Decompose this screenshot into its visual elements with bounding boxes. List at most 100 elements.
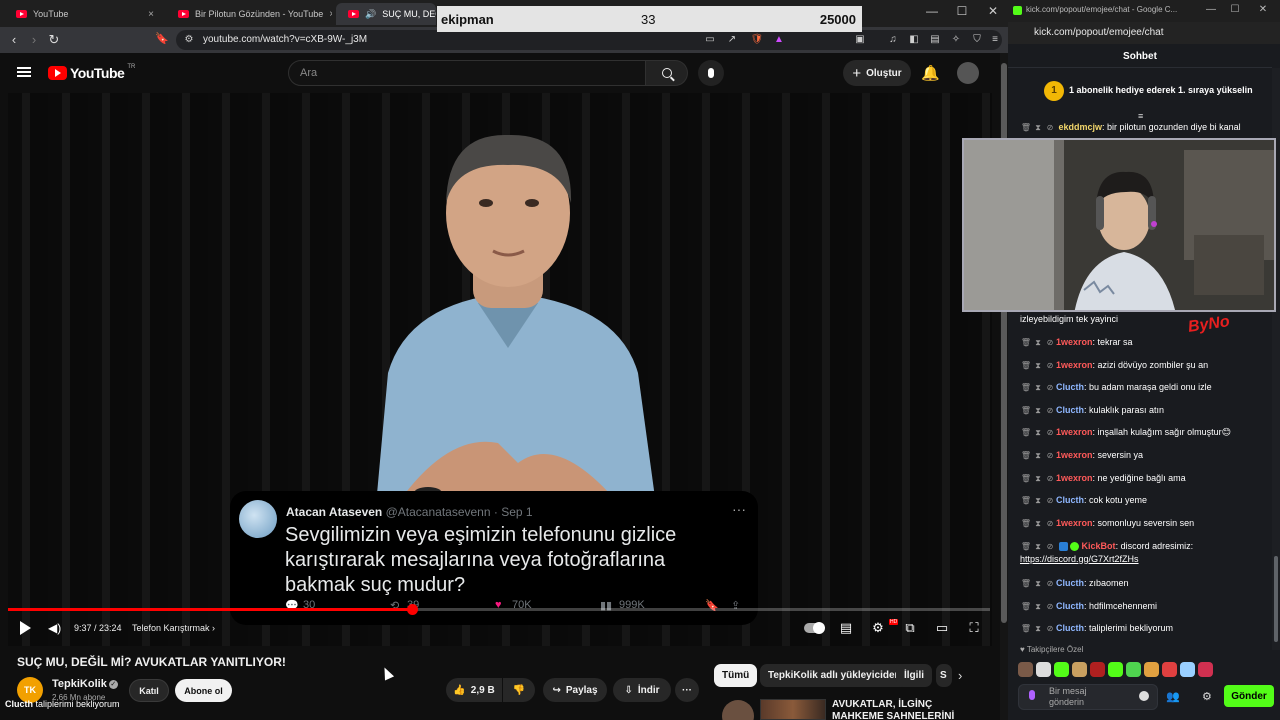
chip-all[interactable]: Tümü [714, 664, 758, 687]
reload-icon[interactable]: ↻ [46, 32, 62, 48]
timeout-icon[interactable]: ⧗ [1032, 600, 1044, 613]
tab-pilot-video[interactable]: Bir Pilotun Gözünden - YouTube × [166, 3, 332, 25]
forward-icon[interactable]: › [26, 32, 42, 47]
search-button[interactable] [646, 60, 688, 86]
pinned-expand-icon[interactable]: ≡ [1138, 111, 1143, 121]
omnibox[interactable]: ⚙ youtube.com/watch?v=cXB-9W-_j3M ▭ ↗ 🛡 … [176, 30, 1002, 50]
timeout-icon[interactable]: ⧗ [1032, 577, 1044, 590]
ban-icon[interactable]: ⊘ [1044, 577, 1056, 590]
emote-icon[interactable] [1180, 661, 1195, 677]
close-tab-icon[interactable]: × [148, 9, 154, 20]
hamburger-menu-icon[interactable] [17, 67, 31, 77]
delete-icon[interactable]: 🗑 [1020, 600, 1032, 613]
tab-current-video[interactable]: 🔊 SUÇ MU, DEĞİL Mİ [336, 3, 436, 25]
delete-icon[interactable]: 🗑 [1020, 404, 1032, 417]
notifications-bell-icon[interactable]: 🔔 [921, 64, 940, 82]
gift-leaderboard-banner[interactable]: 1 1 abonelik hediye ederek 1. sıraya yük… [1008, 74, 1272, 108]
delete-icon[interactable]: 🗑 [1020, 359, 1032, 372]
timeout-icon[interactable]: ⧗ [1032, 381, 1044, 394]
timeout-icon[interactable]: ⧗ [1032, 121, 1044, 134]
chat-username[interactable]: ekddmcjw [1059, 122, 1103, 132]
ban-icon[interactable]: ⊘ [1044, 381, 1056, 394]
ban-icon[interactable]: ⊘ [1044, 426, 1056, 439]
timeout-icon[interactable]: ⧗ [1032, 472, 1044, 485]
chat-settings-icon[interactable]: ⚙ [1202, 690, 1212, 703]
timeout-icon[interactable]: ⧗ [1032, 404, 1044, 417]
ban-icon[interactable]: ⊘ [1044, 600, 1056, 613]
chip-related[interactable]: İlgili [896, 664, 932, 687]
fullscreen-icon[interactable]: ⛶ [964, 620, 984, 636]
delete-icon[interactable]: 🗑 [1020, 381, 1032, 394]
channel-name[interactable]: TepkiKolik ✓ [52, 678, 118, 690]
delete-icon[interactable]: 🗑 [1020, 336, 1032, 349]
theater-mode-icon[interactable]: ▭ [932, 620, 952, 636]
emote-icon[interactable] [1198, 661, 1213, 677]
ban-icon[interactable]: ⊘ [1044, 359, 1056, 372]
rewards-icon[interactable]: ▲ [772, 34, 786, 45]
timeout-icon[interactable]: ⧗ [1032, 494, 1044, 507]
delete-icon[interactable]: 🗑 [1020, 540, 1032, 553]
chat-username[interactable]: 1wexron [1056, 427, 1093, 437]
minimize-icon[interactable]: — [1202, 4, 1220, 15]
emote-icon[interactable] [1018, 661, 1033, 677]
recommended-title[interactable]: AVUKATLAR, İLGİNÇ MAHKEME SAHNELERİNİ İZ… [832, 699, 982, 720]
timeout-icon[interactable]: ⧗ [1032, 426, 1044, 439]
emote-icon[interactable] [1036, 661, 1051, 677]
microphone-icon[interactable] [1029, 690, 1035, 700]
chat-username[interactable]: Clucth [1056, 623, 1084, 633]
delete-icon[interactable]: 🗑 [1020, 121, 1032, 134]
bookmark-icon[interactable]: 🔖 [154, 32, 170, 45]
emote-icon[interactable] [1054, 661, 1069, 677]
chat-message-input[interactable]: Bir mesaj gönderin [1018, 684, 1158, 710]
recommended-channel-avatar[interactable] [722, 700, 754, 720]
chat-username[interactable]: 1wexron [1056, 450, 1093, 460]
like-button[interactable]: 👍 2,9 B [446, 678, 502, 702]
minimize-icon[interactable]: — [922, 4, 942, 18]
chat-username[interactable]: Clucth [1056, 495, 1084, 505]
voice-search-button[interactable] [698, 60, 724, 86]
install-icon[interactable]: ▭ [703, 34, 717, 45]
emote-icon[interactable] [1126, 661, 1141, 677]
ban-icon[interactable]: ⊘ [1044, 404, 1056, 417]
subtitles-icon[interactable]: ▤ [836, 620, 856, 636]
chat-username[interactable]: 1wexron [1056, 473, 1093, 483]
timeout-icon[interactable]: ⧗ [1032, 449, 1044, 462]
chat-username[interactable]: 1wexron [1056, 518, 1093, 528]
ban-icon[interactable]: ⊘ [1044, 472, 1056, 485]
ban-icon[interactable]: ⊘ [1044, 336, 1056, 349]
emote-icon[interactable] [1162, 661, 1177, 677]
ban-icon[interactable]: ⊘ [1044, 494, 1056, 507]
miniplayer-icon[interactable]: ⧉ [900, 620, 920, 636]
close-window-icon[interactable]: ✕ [983, 4, 1003, 18]
more-actions-button[interactable]: ··· [675, 678, 699, 702]
wallet-icon[interactable]: ▤ [928, 34, 942, 45]
chat-scrollbar-thumb[interactable] [1274, 556, 1278, 642]
timeout-icon[interactable]: ⧗ [1032, 517, 1044, 530]
settings-gear-icon[interactable]: ⚙ [868, 620, 888, 636]
ban-icon[interactable]: ⊘ [1044, 121, 1056, 134]
split-view-icon[interactable]: ◧ [907, 34, 921, 45]
video-progress-bar[interactable] [8, 604, 990, 615]
download-button[interactable]: ⇩ İndir [613, 678, 671, 702]
music-icon[interactable]: ♫ [886, 34, 900, 45]
autoplay-toggle[interactable] [804, 622, 825, 634]
site-settings-icon[interactable]: ⚙ [182, 34, 196, 45]
account-avatar[interactable] [957, 62, 979, 84]
discord-link-text[interactable]: https://discord.gg/G7Xrt2fZHs [1020, 554, 1139, 564]
emote-icon[interactable] [1144, 661, 1159, 677]
chat-username[interactable]: Clucth [1056, 601, 1084, 611]
timeout-icon[interactable]: ⧗ [1032, 336, 1044, 349]
share-icon[interactable]: ↗ [725, 34, 739, 45]
youtube-logo[interactable]: YouTube TR [48, 64, 135, 81]
emote-icon[interactable] [1108, 661, 1123, 677]
subscribe-button[interactable]: Abone ol [175, 679, 232, 702]
chapter-title[interactable]: Telefon Karıştırmak › [132, 623, 215, 633]
menu-icon[interactable]: ≡ [988, 34, 1002, 45]
sidebar-icon[interactable]: ▣ [853, 34, 867, 45]
chip-cut-off[interactable]: S [936, 664, 952, 687]
ban-icon[interactable]: ⊘ [1044, 540, 1056, 553]
dislike-button[interactable]: 👎 [503, 678, 535, 702]
ban-icon[interactable]: ⊘ [1044, 449, 1056, 462]
discord-link[interactable]: https://discord.gg/G7Xrt2fZHs [1020, 554, 1139, 564]
users-icon[interactable]: 👥 [1166, 690, 1180, 703]
